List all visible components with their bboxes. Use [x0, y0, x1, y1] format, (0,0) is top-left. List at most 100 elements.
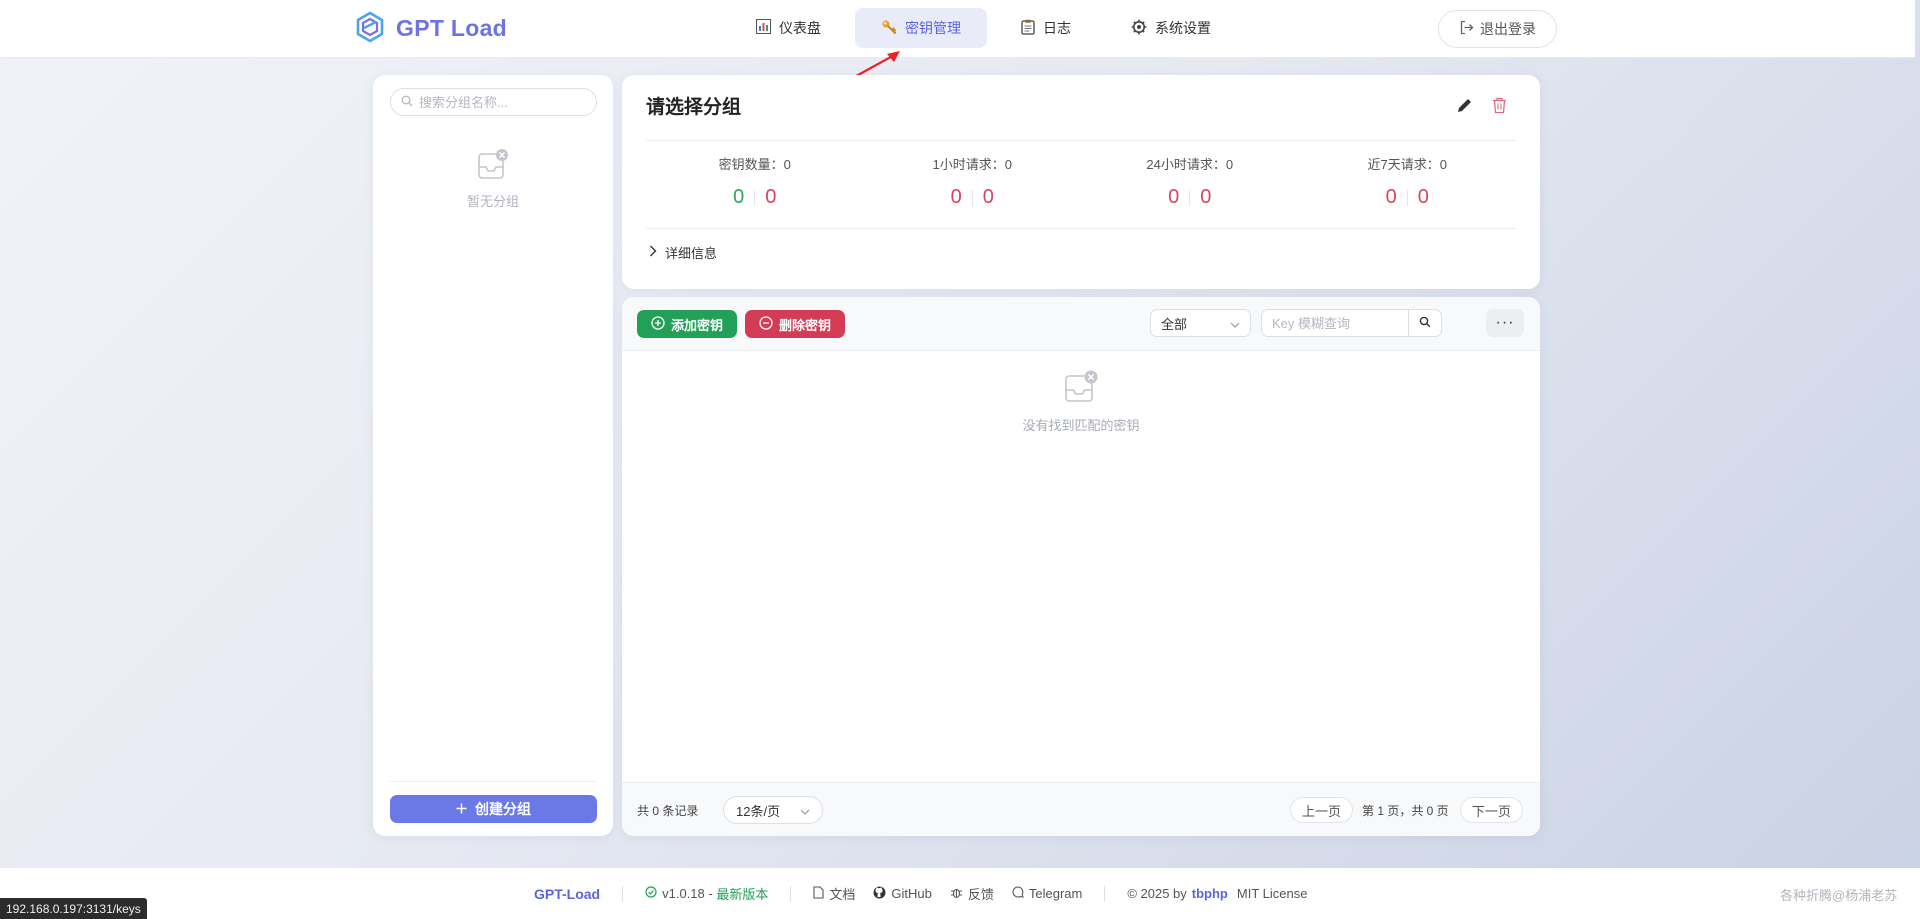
group-info-card: 请选择分组 密钥数量：0 0 0 1小时请求：0 0 0 24小时请求：0 0 … — [622, 75, 1540, 289]
version-info: v1.0.18 - 最新版本 — [645, 884, 768, 903]
more-options-button[interactable]: ··· — [1486, 309, 1524, 337]
total-records: 共 0 条记录 — [637, 804, 699, 818]
chevron-down-icon — [800, 803, 810, 818]
stat-value-invalid: 0 — [765, 186, 777, 208]
details-toggle[interactable]: 详细信息 — [649, 243, 717, 262]
author-link[interactable]: tbphp — [1192, 886, 1228, 901]
chevron-right-icon — [649, 245, 657, 260]
page-size-value: 12条/页 — [736, 803, 781, 819]
empty-keys-text: 没有找到匹配的密钥 — [1022, 418, 1140, 433]
stats-row: 密钥数量：0 0 0 1小时请求：0 0 0 24小时请求：0 0 0 近7天请… — [646, 154, 1516, 209]
footer-separator — [622, 885, 624, 902]
minus-circle-icon — [759, 315, 773, 333]
status-filter-select[interactable]: 全部 — [1150, 309, 1251, 337]
stat-value: 0 — [1168, 186, 1180, 208]
empty-inbox-icon — [1063, 370, 1099, 406]
logout-button[interactable]: 退出登录 — [1438, 10, 1557, 48]
nav-item-dashboard[interactable]: 仪表盘 — [730, 8, 847, 48]
github-link[interactable]: GitHub — [873, 886, 932, 902]
page-info: 第 1 页，共 0 页 — [1362, 804, 1449, 818]
key-search — [1261, 309, 1442, 337]
footer-brand[interactable]: GPT-Load — [534, 886, 600, 902]
key-search-button[interactable] — [1408, 310, 1441, 336]
key-search-input[interactable] — [1262, 310, 1408, 336]
page-footer: GPT-Load v1.0.18 - 最新版本 文档 GitHub 反馈 Tel… — [0, 868, 1920, 919]
stat-label: 近7天请求：0 — [1367, 157, 1447, 172]
document-icon — [813, 885, 824, 902]
stat-value: 0 — [1200, 186, 1212, 208]
watermark: 各种折腾@杨浦老苏 — [1780, 888, 1898, 903]
license-text: MIT License — [1236, 886, 1308, 901]
telegram-label: Telegram — [1028, 886, 1083, 901]
clipboard-icon — [1021, 19, 1035, 38]
nav-item-settings[interactable]: 系统设置 — [1105, 8, 1237, 48]
status-bar-url: 192.168.0.197:3131/keys — [0, 898, 147, 919]
app-logo[interactable]: GPT Load — [354, 11, 507, 46]
nav-item-logs[interactable]: 日志 — [995, 8, 1097, 48]
divider — [646, 228, 1516, 229]
docs-link[interactable]: 文档 — [813, 884, 855, 903]
group-sidebar: 暂无分组 创建分组 — [373, 75, 613, 836]
stat-value-active: 0 — [733, 186, 745, 208]
stat-value: 0 — [1417, 186, 1429, 208]
stat-values: 0 0 — [864, 186, 1082, 209]
feedback-label: 反馈 — [967, 887, 994, 902]
stat-value: 0 — [982, 186, 994, 208]
status-filter-value: 全部 — [1161, 316, 1188, 332]
page-size-select[interactable]: 12条/页 — [723, 796, 823, 824]
page-title: 请选择分组 — [646, 97, 742, 118]
keys-card: 添加密钥 删除密钥 全部 ··· 没有找到匹配的密 — [622, 297, 1540, 836]
search-icon — [401, 95, 413, 110]
copyright-text: © 2025 by — [1127, 886, 1187, 901]
github-label: GitHub — [891, 886, 932, 901]
version-number: v1.0.18 — [662, 886, 705, 901]
plus-circle-icon — [651, 315, 665, 333]
sidebar-divider — [390, 781, 597, 782]
nav-label: 密钥管理 — [905, 20, 961, 36]
telegram-link[interactable]: Telegram — [1012, 886, 1082, 901]
pagination-bar: 共 0 条记录 12条/页 上一页 第 1 页，共 0 页 下一页 — [622, 782, 1540, 836]
keys-toolbar: 添加密钥 删除密钥 全部 ··· — [622, 297, 1540, 351]
stat-24h-requests: 24小时请求：0 0 0 — [1081, 154, 1299, 209]
logo-text: GPT Load — [396, 15, 508, 41]
docs-label: 文档 — [829, 887, 856, 902]
prev-page-button[interactable]: 上一页 — [1290, 797, 1353, 823]
add-key-button[interactable]: 添加密钥 — [637, 310, 737, 338]
stat-separator — [1406, 189, 1408, 206]
gear-icon — [1131, 19, 1147, 38]
footer-separator — [1104, 885, 1106, 902]
check-circle-icon — [645, 886, 657, 901]
next-page-button[interactable]: 下一页 — [1460, 797, 1523, 823]
chevron-down-icon — [1230, 316, 1240, 331]
bug-icon — [950, 886, 963, 902]
stat-separator — [754, 189, 756, 206]
stat-label: 1小时请求：0 — [932, 157, 1012, 172]
footer-separator — [790, 885, 792, 902]
create-group-label: 创建分组 — [475, 801, 531, 817]
trash-icon[interactable] — [1492, 97, 1507, 117]
edit-icon[interactable] — [1456, 97, 1473, 117]
nav-item-keys[interactable]: 密钥管理 — [855, 8, 987, 48]
stat-label: 密钥数量：0 — [718, 157, 791, 172]
stat-values: 0 0 — [1081, 186, 1299, 209]
version-separator: - — [704, 886, 717, 901]
key-icon — [881, 19, 897, 38]
delete-key-button[interactable]: 删除密钥 — [745, 310, 845, 338]
chat-bubble-icon — [1012, 886, 1024, 901]
footer-content: GPT-Load v1.0.18 - 最新版本 文档 GitHub 反馈 Tel… — [534, 868, 1307, 919]
create-group-button[interactable]: 创建分组 — [390, 795, 597, 823]
empty-groups: 暂无分组 — [373, 148, 613, 210]
delete-key-label: 删除密钥 — [778, 317, 831, 333]
top-header: GPT Load 仪表盘 密钥管理 日志 系统设置 退出登录 — [0, 0, 1915, 58]
main-nav: 仪表盘 密钥管理 日志 系统设置 — [730, 8, 1237, 48]
nav-label: 日志 — [1043, 20, 1071, 36]
group-search[interactable] — [390, 88, 597, 116]
nav-label: 系统设置 — [1155, 20, 1211, 36]
stat-values: 0 0 — [1299, 186, 1517, 209]
stat-1h-requests: 1小时请求：0 0 0 — [864, 154, 1082, 209]
group-search-input[interactable] — [419, 94, 579, 110]
divider — [646, 140, 1516, 141]
details-label: 详细信息 — [665, 246, 718, 261]
add-key-label: 添加密钥 — [670, 317, 723, 333]
feedback-link[interactable]: 反馈 — [950, 884, 994, 903]
